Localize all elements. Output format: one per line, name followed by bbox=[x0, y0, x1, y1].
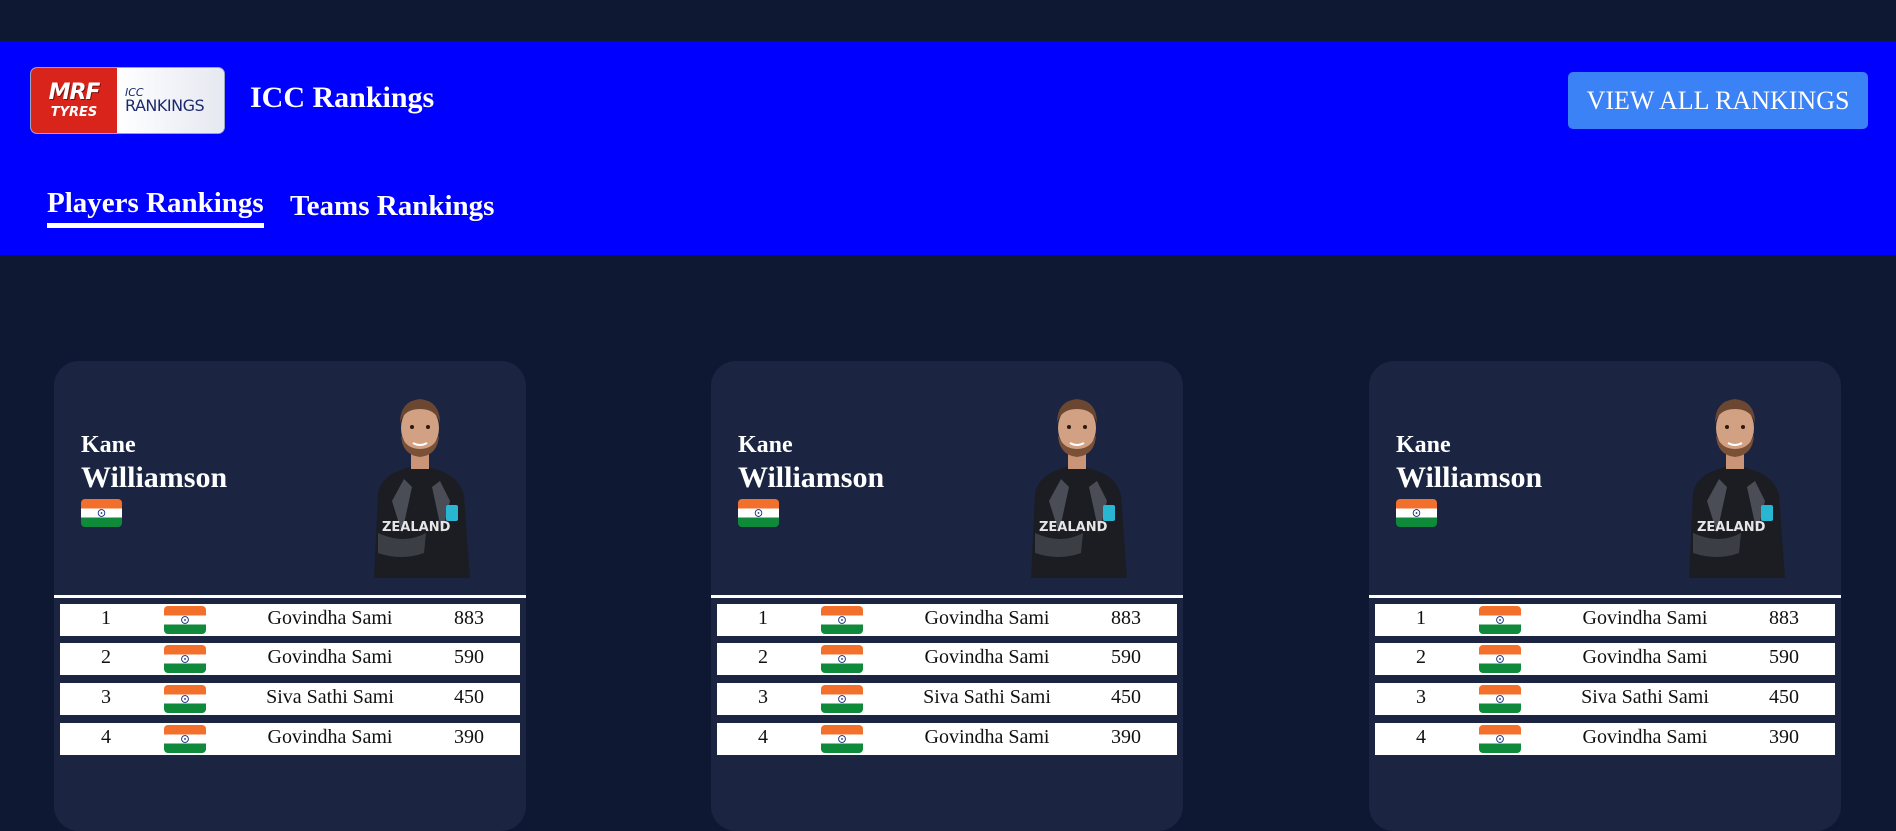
ranking-table-row[interactable]: 2 Govindha Sami 590 bbox=[1375, 643, 1835, 675]
rating-points: 450 bbox=[1769, 686, 1799, 708]
mrf-icc-rankings-logo[interactable]: MRF TYRES ICC RANKINGS bbox=[31, 68, 224, 133]
ranking-table-row[interactable]: 3 Siva Sathi Sami 450 bbox=[60, 683, 520, 715]
rating-points: 883 bbox=[454, 607, 484, 629]
logo-mrf-text: MRF bbox=[48, 80, 101, 105]
player-name: Siva Sathi Sami bbox=[1581, 686, 1709, 708]
rating-points: 450 bbox=[1111, 686, 1141, 708]
india-flag-icon bbox=[1479, 645, 1521, 673]
card-divider bbox=[711, 595, 1183, 598]
page-title: ICC Rankings bbox=[250, 81, 435, 114]
player-ranking-card: Kane Williamson ZEALAND 1 Govindha Sami … bbox=[711, 361, 1183, 831]
ranking-table-row[interactable]: 1 Govindha Sami 883 bbox=[60, 604, 520, 636]
header-bar: MRF TYRES ICC RANKINGS ICC Rankings VIEW… bbox=[0, 41, 1896, 255]
player-last-name: Williamson bbox=[1396, 461, 1543, 494]
rating-points: 883 bbox=[1111, 607, 1141, 629]
player-name: Siva Sathi Sami bbox=[266, 686, 394, 708]
india-flag-icon bbox=[738, 499, 779, 527]
player-last-name: Williamson bbox=[738, 461, 885, 494]
player-name: Govindha Sami bbox=[924, 646, 1050, 668]
player-name: Govindha Sami bbox=[267, 726, 393, 748]
rating-points: 390 bbox=[1111, 726, 1141, 748]
icc-rankings-logo-part: ICC RANKINGS bbox=[117, 68, 224, 133]
rating-points: 590 bbox=[1769, 646, 1799, 668]
rank-number: 4 bbox=[1416, 726, 1426, 748]
player-name: Govindha Sami bbox=[267, 607, 393, 629]
player-photo: ZEALAND bbox=[374, 399, 470, 578]
player-photo: ZEALAND bbox=[1031, 399, 1127, 578]
logo-tyres-text: TYRES bbox=[50, 105, 98, 120]
rank-number: 4 bbox=[758, 726, 768, 748]
ranking-table-row[interactable]: 2 Govindha Sami 590 bbox=[60, 643, 520, 675]
rank-number: 3 bbox=[1416, 686, 1426, 708]
player-name: Govindha Sami bbox=[1582, 646, 1708, 668]
player-first-name: Kane bbox=[81, 432, 136, 458]
ranking-table-row[interactable]: 4 Govindha Sami 390 bbox=[60, 723, 520, 755]
player-name: Govindha Sami bbox=[924, 607, 1050, 629]
player-first-name: Kane bbox=[738, 432, 793, 458]
india-flag-icon bbox=[164, 725, 206, 753]
player-name: Govindha Sami bbox=[1582, 726, 1708, 748]
player-ranking-card: Kane Williamson ZEALAND 1 Govindha Sami … bbox=[54, 361, 526, 831]
rating-points: 390 bbox=[454, 726, 484, 748]
ranking-table-row[interactable]: 1 Govindha Sami 883 bbox=[1375, 604, 1835, 636]
india-flag-icon bbox=[821, 645, 863, 673]
tab-teams-rankings[interactable]: Teams Rankings bbox=[290, 192, 494, 221]
india-flag-icon bbox=[164, 685, 206, 713]
tab-players-rankings[interactable]: Players Rankings bbox=[47, 189, 264, 228]
rank-number: 1 bbox=[758, 607, 768, 629]
rating-points: 883 bbox=[1769, 607, 1799, 629]
rank-number: 3 bbox=[758, 686, 768, 708]
india-flag-icon bbox=[1479, 606, 1521, 634]
rating-points: 450 bbox=[454, 686, 484, 708]
player-ranking-card: Kane Williamson ZEALAND 1 Govindha Sami … bbox=[1369, 361, 1841, 831]
rank-number: 2 bbox=[758, 646, 768, 668]
rank-number: 1 bbox=[101, 607, 111, 629]
india-flag-icon bbox=[164, 645, 206, 673]
ranking-table-row[interactable]: 4 Govindha Sami 390 bbox=[717, 723, 1177, 755]
india-flag-icon bbox=[1479, 725, 1521, 753]
india-flag-icon bbox=[164, 606, 206, 634]
rank-number: 3 bbox=[101, 686, 111, 708]
player-name: Govindha Sami bbox=[924, 726, 1050, 748]
view-all-rankings-button[interactable]: VIEW ALL RANKINGS bbox=[1568, 72, 1868, 129]
india-flag-icon bbox=[1396, 499, 1437, 527]
ranking-table-row[interactable]: 4 Govindha Sami 390 bbox=[1375, 723, 1835, 755]
ranking-table-row[interactable]: 2 Govindha Sami 590 bbox=[717, 643, 1177, 675]
player-last-name: Williamson bbox=[81, 461, 228, 494]
player-name: Siva Sathi Sami bbox=[923, 686, 1051, 708]
svg-text:ZEALAND: ZEALAND bbox=[382, 520, 451, 535]
player-photo: ZEALAND bbox=[1689, 399, 1785, 578]
svg-text:ZEALAND: ZEALAND bbox=[1039, 520, 1108, 535]
rating-points: 590 bbox=[1111, 646, 1141, 668]
india-flag-icon bbox=[821, 606, 863, 634]
rating-points: 590 bbox=[454, 646, 484, 668]
india-flag-icon bbox=[81, 499, 122, 527]
card-divider bbox=[1369, 595, 1841, 598]
rank-number: 4 bbox=[101, 726, 111, 748]
rating-points: 390 bbox=[1769, 726, 1799, 748]
ranking-table-row[interactable]: 3 Siva Sathi Sami 450 bbox=[1375, 683, 1835, 715]
player-name: Govindha Sami bbox=[267, 646, 393, 668]
rank-number: 1 bbox=[1416, 607, 1426, 629]
ranking-table-row[interactable]: 1 Govindha Sami 883 bbox=[717, 604, 1177, 636]
india-flag-icon bbox=[1479, 685, 1521, 713]
logo-rankings-text: RANKINGS bbox=[125, 96, 205, 115]
player-first-name: Kane bbox=[1396, 432, 1451, 458]
svg-text:ZEALAND: ZEALAND bbox=[1697, 520, 1766, 535]
india-flag-icon bbox=[821, 725, 863, 753]
mrf-tyres-logo-part: MRF TYRES bbox=[31, 68, 117, 133]
player-name: Govindha Sami bbox=[1582, 607, 1708, 629]
card-divider bbox=[54, 595, 526, 598]
rank-number: 2 bbox=[101, 646, 111, 668]
rank-number: 2 bbox=[1416, 646, 1426, 668]
ranking-table-row[interactable]: 3 Siva Sathi Sami 450 bbox=[717, 683, 1177, 715]
india-flag-icon bbox=[821, 685, 863, 713]
